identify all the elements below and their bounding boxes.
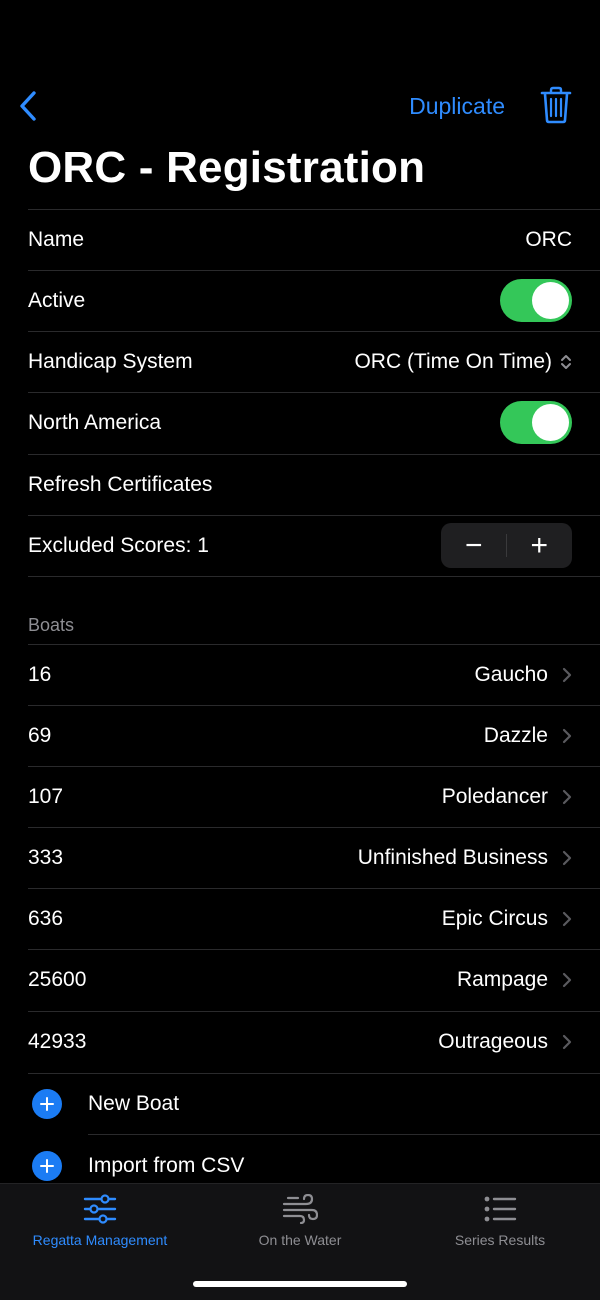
increment-button[interactable]: + [507,523,573,568]
boat-number: 42933 [28,1029,87,1053]
boat-row[interactable]: 42933 Outrageous [28,1011,572,1072]
handicap-system-picker[interactable]: ORC (Time On Time) [354,350,572,374]
chevron-right-icon [562,667,572,682]
tab-label: On the Water [258,1232,342,1248]
boat-row[interactable]: 25600 Rampage [28,949,572,1010]
tab-regatta-management[interactable]: Regatta Management [0,1194,200,1248]
boat-name: Dazzle [483,723,548,747]
name-label: Name [28,227,85,251]
home-indicator [193,1281,407,1287]
plus-circle-icon [32,1088,62,1119]
boat-row[interactable]: 333 Unfinished Business [28,827,572,888]
active-row: Active [28,270,572,331]
chevron-right-icon [562,1034,572,1049]
page-title: ORC - Registration [28,143,426,192]
new-boat-button[interactable]: New Boat [28,1073,572,1134]
tab-on-the-water[interactable]: On the Water [200,1194,400,1248]
north-america-toggle[interactable] [500,401,572,444]
duplicate-button[interactable]: Duplicate [409,93,505,120]
divider [28,576,600,577]
new-boat-label: New Boat [88,1091,180,1115]
chevron-right-icon [562,728,572,743]
boat-row[interactable]: 69 Dazzle [28,705,572,766]
boat-row[interactable]: 636 Epic Circus [28,888,572,949]
boat-row[interactable]: 107 Poledancer [28,766,572,827]
active-toggle[interactable] [500,279,572,322]
handicap-system-value: ORC (Time On Time) [354,349,552,373]
boat-number: 25600 [28,967,87,991]
boat-name: Unfinished Business [357,845,548,869]
boat-row[interactable]: 16 Gaucho [28,644,572,705]
boat-number: 636 [28,906,64,930]
wind-icon [282,1194,318,1224]
decrement-button[interactable]: − [441,523,507,568]
boat-number: 107 [28,784,64,808]
active-label: Active [28,288,86,312]
plus-circle-icon [32,1150,62,1181]
boat-number: 16 [28,662,52,686]
refresh-certificates-label[interactable]: Refresh Certificates [28,473,212,497]
handicap-system-row[interactable]: Handicap System ORC (Time On Time) [28,331,572,392]
chevron-right-icon [562,972,572,987]
chevron-right-icon [562,789,572,804]
stepper-divider [506,534,507,557]
back-button[interactable] [14,88,44,124]
excluded-scores-stepper[interactable]: − + [441,523,572,568]
name-row[interactable]: Name ORC [28,209,572,270]
delete-button[interactable] [540,86,572,124]
chevron-up-down-icon [561,354,571,369]
tab-series-results[interactable]: Series Results [400,1194,600,1248]
toggle-knob [532,404,569,441]
name-value[interactable]: ORC [525,228,572,252]
sliders-icon [83,1194,117,1224]
boat-name: Poledancer [441,784,548,808]
tab-label: Regatta Management [32,1232,168,1248]
boat-name: Rampage [456,967,548,991]
excluded-scores-row: Excluded Scores: 1 − + [28,515,572,576]
trash-icon [540,86,572,124]
toggle-knob [532,282,569,319]
boats-section-header: Boats [28,615,75,635]
north-america-row: North America [28,392,572,453]
chevron-right-icon [562,850,572,865]
import-csv-label: Import from CSV [88,1153,245,1177]
boat-name: Outrageous [438,1029,548,1053]
chevron-left-icon [20,91,36,121]
chevron-right-icon [562,911,572,926]
refresh-certificates-row[interactable]: Refresh Certificates [28,454,572,515]
boat-number: 333 [28,845,64,869]
list-icon [484,1196,517,1222]
handicap-system-label: Handicap System [28,349,193,373]
boat-number: 69 [28,723,52,747]
tab-label: Series Results [454,1232,546,1248]
north-america-label: North America [28,410,162,434]
boat-name: Epic Circus [441,906,548,930]
navigation-bar: Duplicate [0,82,600,132]
excluded-scores-label: Excluded Scores: 1 [28,533,209,557]
boat-name: Gaucho [474,662,548,686]
